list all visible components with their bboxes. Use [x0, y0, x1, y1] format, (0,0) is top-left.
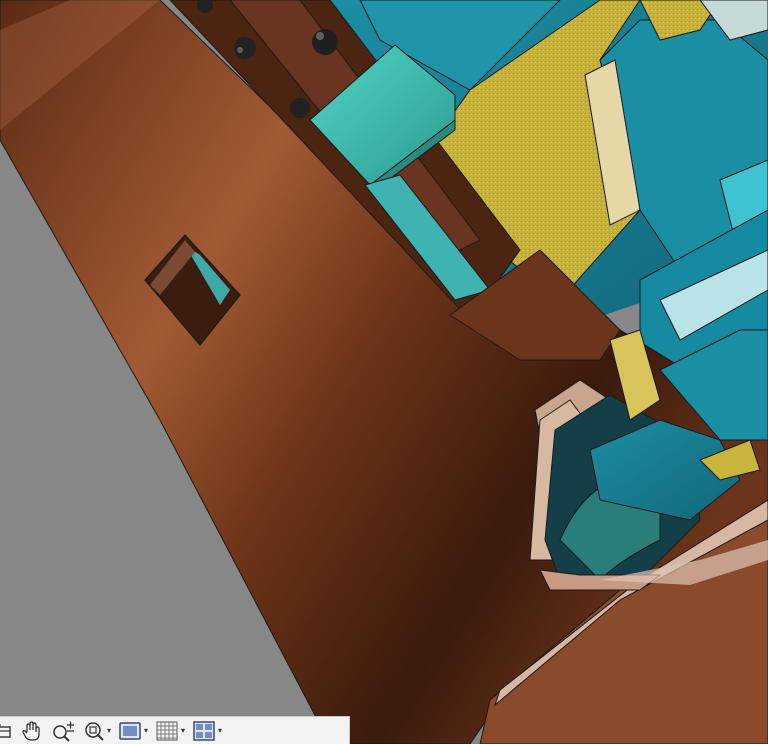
viewports-icon: [193, 720, 215, 741]
view-cube-icon: [0, 723, 11, 738]
display-style-icon: [119, 721, 141, 740]
zoom-icon: [53, 721, 74, 742]
viewports-button[interactable]: ▾: [190, 719, 224, 743]
pan-button[interactable]: [19, 719, 45, 743]
zoom-window-icon: [85, 721, 104, 741]
chevron-down-icon[interactable]: ▾: [107, 726, 111, 735]
chevron-down-icon[interactable]: ▾: [218, 726, 222, 735]
zoom-window-button[interactable]: ▾: [81, 719, 113, 743]
grid-icon: [156, 721, 178, 740]
model-viewport[interactable]: [0, 0, 768, 744]
grid-button[interactable]: ▾: [153, 719, 187, 743]
chevron-down-icon[interactable]: ▾: [181, 726, 185, 735]
model-scene: [0, 0, 768, 744]
navigation-toolbar: ▾ ▾ ▾ ▾: [0, 716, 350, 744]
display-style-button[interactable]: ▾: [116, 719, 150, 743]
zoom-button[interactable]: [48, 719, 78, 743]
view-cube-button[interactable]: [0, 719, 16, 743]
chevron-down-icon[interactable]: ▾: [144, 726, 148, 735]
pan-hand-icon: [22, 720, 40, 741]
